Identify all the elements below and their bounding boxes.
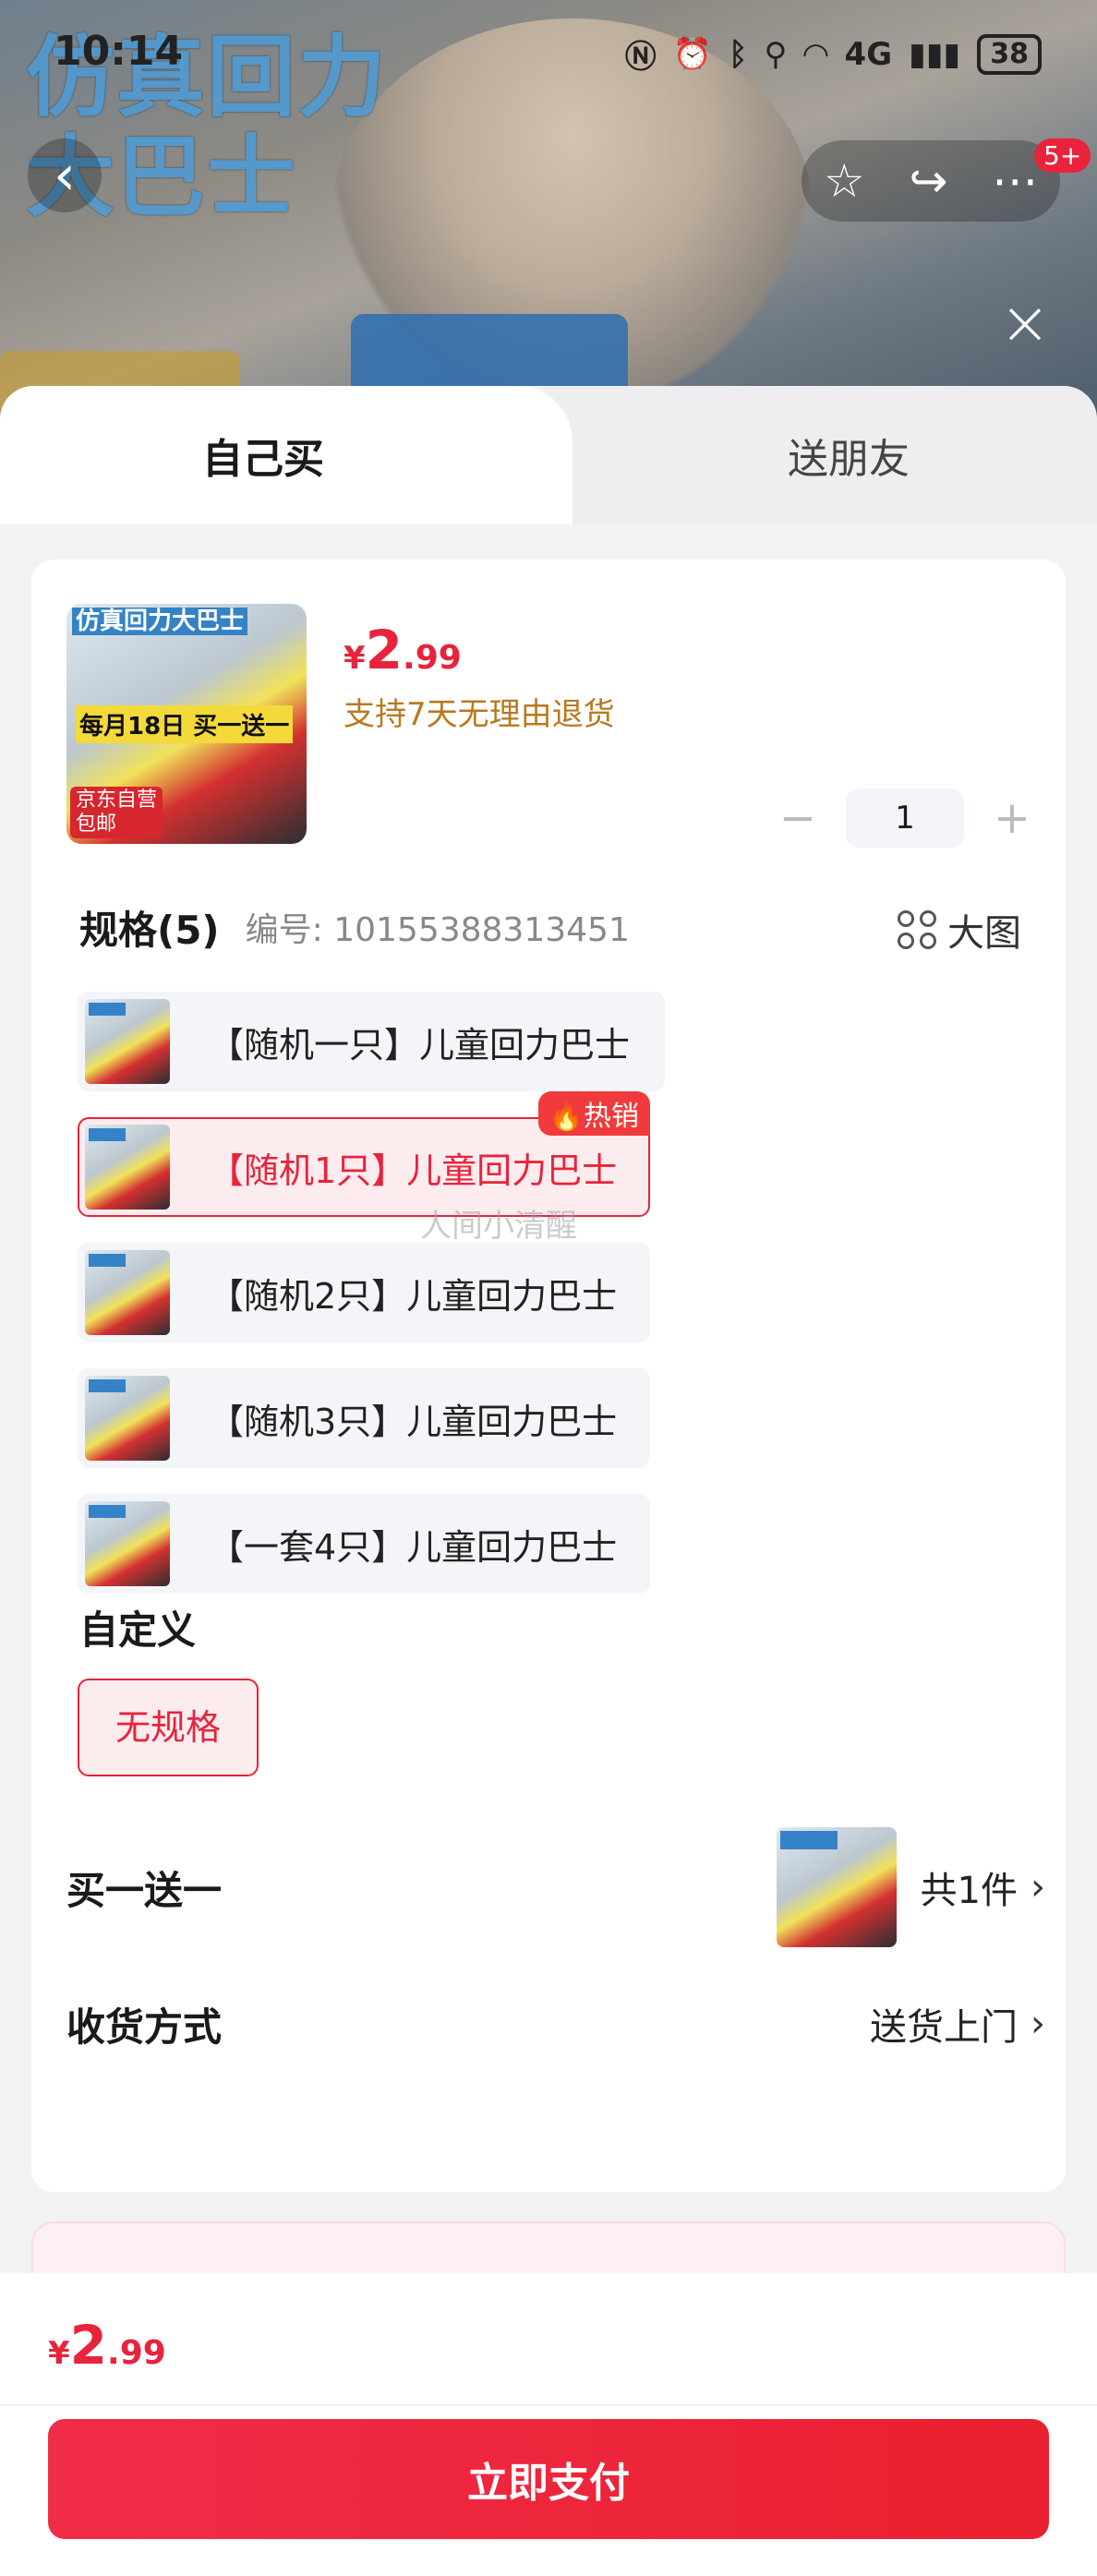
spec-option-thumbnail (85, 1250, 170, 1335)
grid-view-icon (898, 910, 936, 949)
price-decimal: .99 (403, 639, 462, 677)
buy-one-get-one-label: 买一送一 (66, 1867, 223, 1913)
product-price: ¥2.99 (344, 619, 462, 681)
location-icon: ⚲ (764, 35, 788, 73)
notification-badge: 5+ (1034, 138, 1091, 173)
delivery-method-row[interactable]: 收货方式 送货上门 › (66, 1978, 1045, 2070)
spec-option-label: 【一套4只】儿童回力巴士 (209, 1526, 618, 1568)
back-button[interactable]: ‹ (28, 138, 102, 212)
gift-thumbnail (776, 1827, 897, 1947)
price-integer: 2 (365, 619, 404, 681)
thumb-title: 仿真回力大巴士 (72, 608, 248, 635)
spec-option-thumbnail (85, 1125, 170, 1210)
signal-icon: ▮▮▮ (909, 35, 961, 73)
gift-count: 共1件 (920, 1870, 1018, 1912)
status-bar: 10:14 Ⓝ ⏰ ᛒ ⚲ ◠ 4G ▮▮▮ 38 (0, 0, 1097, 102)
spec-option[interactable]: 【随机3只】儿童回力巴士 (78, 1368, 650, 1468)
flame-icon: 🔥 (548, 1101, 584, 1133)
spec-option[interactable]: 【随机一只】儿童回力巴士 (78, 992, 665, 1091)
price-currency: ¥ (344, 640, 366, 677)
total-price-currency: ¥ (48, 2335, 70, 2372)
spec-title: 规格(5) (79, 907, 220, 953)
big-image-toggle[interactable]: 大图 (898, 903, 1021, 957)
delivery-method-value: 送货上门 › (870, 1997, 1045, 2051)
custom-section-title: 自定义 (79, 1607, 197, 1653)
more-icon[interactable]: ⋯ (992, 154, 1038, 208)
buy-one-get-one-row[interactable]: 买一送一 共1件 › (66, 1827, 1045, 1947)
watermark: 人间小清醒 (420, 1208, 577, 1245)
increase-button[interactable]: + (984, 792, 1040, 844)
chevron-right-icon: › (1031, 2003, 1045, 2045)
decrease-button[interactable]: − (770, 792, 826, 844)
quantity-input[interactable]: 1 (846, 788, 964, 848)
chevron-left-icon: ‹ (54, 143, 76, 208)
big-image-label: 大图 (947, 912, 1021, 955)
hot-sale-label: 热销 (584, 1101, 639, 1133)
status-icons: Ⓝ ⏰ ᛒ ⚲ ◠ 4G ▮▮▮ 38 (625, 31, 1042, 77)
signal-label: 4G (844, 35, 893, 73)
divider (0, 2404, 1097, 2406)
buy-one-get-one-value: 共1件 › (776, 1827, 1045, 1947)
thumb-badge: 京东自营 包邮 (70, 787, 163, 838)
close-icon[interactable]: × (999, 293, 1051, 354)
bluetooth-icon: ᛒ (729, 35, 748, 73)
spec-option-label: 【随机一只】儿童回力巴士 (209, 1024, 631, 1065)
spec-option[interactable]: 【一套4只】儿童回力巴士 (78, 1494, 650, 1594)
return-policy: 支持7天无理由退货 (344, 696, 615, 733)
spec-option-label: 【随机1只】儿童回力巴士 (209, 1150, 618, 1191)
checkout-bar: ¥2.99 立即支付 (0, 2273, 1097, 2576)
share-icon[interactable]: ↪ (909, 154, 947, 208)
delivery-method-text: 送货上门 (870, 2006, 1018, 2049)
purchase-tabs: 送朋友 自己买 (0, 386, 1097, 524)
nfc-icon: Ⓝ (624, 39, 657, 76)
total-price: ¥2.99 (48, 2314, 166, 2377)
status-time: 10:14 (54, 28, 184, 75)
top-action-group: ☆ ↪ ⋯ (802, 140, 1060, 222)
spec-option-thumbnail (85, 999, 170, 1084)
spec-option-thumbnail (85, 1501, 170, 1586)
favorite-star-icon[interactable]: ☆ (824, 154, 865, 208)
spec-option-thumbnail (85, 1376, 170, 1461)
total-price-integer: 2 (69, 2314, 108, 2377)
quantity-stepper: − 1 + (770, 788, 1040, 848)
spec-option-label: 【随机2只】儿童回力巴士 (209, 1275, 618, 1317)
spec-option[interactable]: 【随机2只】儿童回力巴士 (78, 1243, 650, 1342)
chevron-right-icon: › (1031, 1866, 1045, 1908)
hot-sale-badge: 🔥热销 (537, 1091, 650, 1136)
wifi-icon: ◠ (803, 35, 828, 73)
spec-header: 规格(5) 编号: 10155388313451 大图 (79, 899, 1021, 957)
tab-buy-self[interactable]: 自己买 (0, 386, 573, 524)
spec-option-label: 【随机3只】儿童回力巴士 (209, 1401, 618, 1442)
tab-send-friend[interactable]: 送朋友 (545, 386, 1097, 524)
pay-now-button[interactable]: 立即支付 (48, 2419, 1049, 2539)
purchase-sheet: 送朋友 自己买 仿真回力大巴士 每月18日 买一送一 京东自营 包邮 ¥2.99… (0, 386, 1097, 2576)
product-options-card: 仿真回力大巴士 每月18日 买一送一 京东自营 包邮 ¥2.99 支持7天无理由… (31, 560, 1066, 2192)
delivery-method-label: 收货方式 (66, 2004, 223, 2050)
total-price-decimal: .99 (107, 2334, 166, 2372)
spec-code: 编号: 10155388313451 (245, 911, 630, 949)
thumb-badge-line-1: 京东自营 (76, 788, 158, 812)
alarm-icon: ⏰ (672, 35, 713, 73)
tab-send-friend-label: 送朋友 (788, 436, 910, 483)
battery-icon: 38 (977, 33, 1042, 75)
product-thumbnail[interactable]: 仿真回力大巴士 每月18日 买一送一 京东自营 包邮 (66, 604, 307, 844)
thumb-badge-line-2: 包邮 (76, 813, 117, 836)
tab-buy-self-label: 自己买 (202, 436, 324, 483)
thumb-promo: 每月18日 买一送一 (76, 705, 294, 743)
no-spec-option[interactable]: 无规格 (78, 1679, 259, 1776)
